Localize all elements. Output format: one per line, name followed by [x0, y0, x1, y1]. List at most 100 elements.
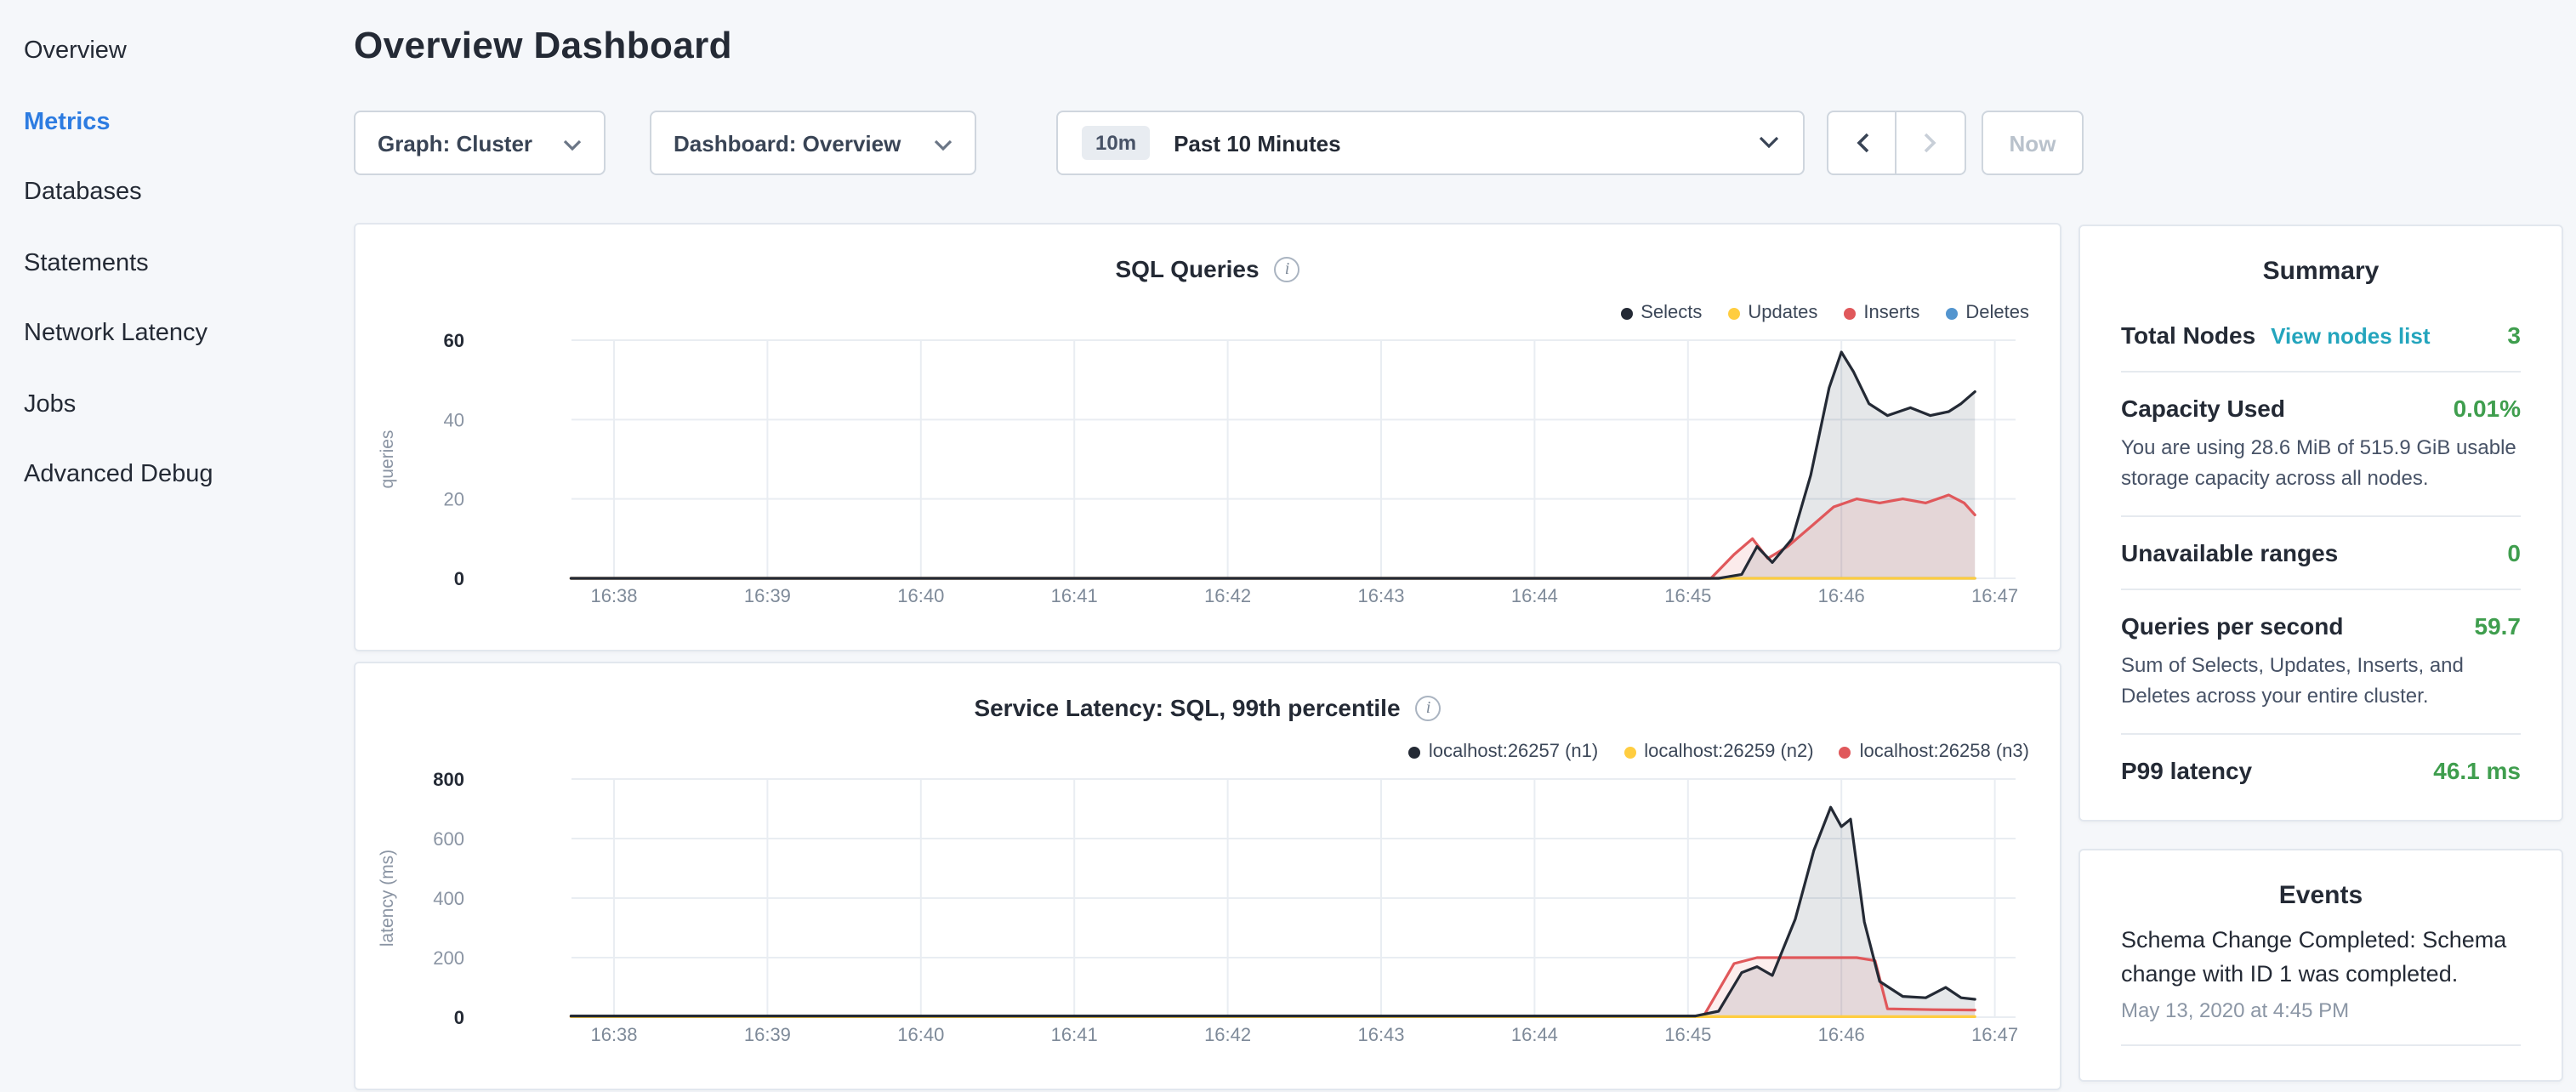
svg-text:queries: queries: [378, 430, 397, 489]
legend-item: Inserts: [1843, 303, 1919, 323]
sidebar-item-statements[interactable]: Statements: [24, 229, 340, 299]
svg-text:16:45: 16:45: [1664, 585, 1711, 606]
summary-value: 46.1 ms: [2433, 757, 2521, 784]
legend-dot-icon: [1840, 746, 1851, 758]
sidebar-item-metrics[interactable]: Metrics: [24, 88, 340, 158]
time-back-button[interactable]: [1827, 111, 1896, 175]
svg-text:0: 0: [454, 1007, 464, 1028]
events-panel: Events Schema Change Completed: Schema c…: [2078, 849, 2563, 1082]
legend-label: localhost:26257 (n1): [1429, 742, 1598, 762]
time-range-label: Past 10 Minutes: [1174, 130, 1341, 156]
svg-text:16:46: 16:46: [1818, 585, 1865, 606]
legend-dot-icon: [1624, 746, 1635, 758]
svg-text:16:43: 16:43: [1357, 585, 1404, 606]
time-forward-button[interactable]: [1896, 111, 1966, 175]
svg-text:16:42: 16:42: [1204, 585, 1251, 606]
summary-row: Total NodesView nodes list3: [2121, 299, 2521, 371]
sql-queries-chart: 16:3816:3916:4016:4116:4216:4316:4416:45…: [355, 225, 2063, 653]
svg-text:16:42: 16:42: [1204, 1024, 1251, 1045]
legend-dot-icon: [1727, 307, 1739, 319]
svg-text:60: 60: [444, 330, 464, 351]
sidebar-item-network-latency[interactable]: Network Latency: [24, 299, 340, 370]
legend-label: localhost:26259 (n2): [1644, 742, 1813, 762]
svg-text:16:38: 16:38: [590, 1024, 637, 1045]
svg-text:16:47: 16:47: [1971, 1024, 2018, 1045]
summary-row: Queries per second59.7Sum of Selects, Up…: [2121, 589, 2521, 733]
svg-text:16:39: 16:39: [744, 585, 791, 606]
chart-title: SQL Queries: [1115, 255, 1259, 282]
summary-panel: Summary Total NodesView nodes list3Capac…: [2078, 225, 2563, 822]
summary-value: 59.7: [2475, 612, 2522, 640]
sidebar-item-overview[interactable]: Overview: [24, 17, 340, 88]
legend-dot-icon: [1843, 307, 1855, 319]
svg-text:16:41: 16:41: [1051, 1024, 1098, 1045]
summary-value: 0.01%: [2454, 395, 2521, 422]
svg-text:16:40: 16:40: [897, 1024, 944, 1045]
summary-description: You are using 28.6 MiB of 515.9 GiB usab…: [2121, 432, 2521, 493]
legend-item: Deletes: [1945, 303, 2029, 323]
legend-item: Selects: [1620, 303, 1702, 323]
summary-row: Unavailable ranges 0: [2121, 515, 2521, 589]
legend-dot-icon: [1620, 307, 1632, 319]
chart-legend: localhost:26257 (n1) localhost:26259 (n2)…: [1408, 742, 2029, 762]
service-latency-chart: 16:3816:3916:4016:4116:4216:4316:4416:45…: [355, 663, 2063, 1092]
summary-value: 0: [2507, 539, 2521, 566]
summary-label: Total Nodes: [2121, 321, 2255, 349]
svg-text:40: 40: [444, 409, 464, 430]
svg-text:16:47: 16:47: [1971, 585, 2018, 606]
legend-dot-icon: [1408, 746, 1420, 758]
legend-label: Selects: [1641, 303, 1702, 323]
sidebar-item-jobs[interactable]: Jobs: [24, 370, 340, 441]
graph-scope-label: Graph: Cluster: [378, 130, 532, 156]
view-nodes-link[interactable]: View nodes list: [2271, 323, 2430, 349]
info-icon[interactable]: i: [1416, 695, 1442, 720]
chevron-left-icon: [1855, 133, 1868, 153]
chevron-down-icon: [563, 130, 582, 156]
info-icon[interactable]: i: [1275, 256, 1300, 282]
sidebar-item-databases[interactable]: Databases: [24, 158, 340, 229]
time-step-buttons: [1827, 111, 1966, 175]
main-content: Overview Dashboard Graph: Cluster Dashbo…: [354, 0, 2061, 1090]
event-text: Schema Change Completed: Schema change w…: [2121, 924, 2521, 990]
svg-text:200: 200: [433, 947, 464, 969]
time-range-selector[interactable]: 10m Past 10 Minutes: [1056, 111, 1805, 175]
summary-label: P99 latency: [2121, 757, 2252, 784]
svg-text:16:38: 16:38: [590, 585, 637, 606]
svg-text:400: 400: [433, 888, 464, 909]
legend-dot-icon: [1945, 307, 1957, 319]
events-heading: Events: [2121, 881, 2521, 910]
chevron-down-icon: [934, 130, 952, 156]
summary-rows: Total NodesView nodes list3Capacity Used…: [2121, 299, 2521, 806]
summary-heading: Summary: [2121, 257, 2521, 286]
svg-text:16:40: 16:40: [897, 585, 944, 606]
legend-item: localhost:26257 (n1): [1408, 742, 1598, 762]
legend-item: localhost:26258 (n3): [1840, 742, 2029, 762]
event-item: Schema Change Completed: Schema change w…: [2121, 924, 2521, 1046]
app-root: OverviewMetricsDatabasesStatementsNetwor…: [0, 0, 2576, 1051]
time-range-badge: 10m: [1082, 126, 1150, 160]
chevron-right-icon: [1924, 133, 1937, 153]
sidebar-item-advanced-debug[interactable]: Advanced Debug: [24, 441, 340, 511]
graph-scope-dropdown[interactable]: Graph: Cluster: [354, 111, 606, 175]
svg-text:16:39: 16:39: [744, 1024, 791, 1045]
legend-label: Deletes: [1965, 303, 2029, 323]
now-button[interactable]: Now: [1982, 111, 2084, 175]
right-sidebar: Summary Total NodesView nodes list3Capac…: [2078, 225, 2563, 1082]
svg-text:0: 0: [454, 568, 464, 589]
summary-label: Unavailable ranges: [2121, 539, 2338, 566]
svg-text:16:44: 16:44: [1511, 1024, 1558, 1045]
legend-label: Updates: [1748, 303, 1817, 323]
event-list: Schema Change Completed: Schema change w…: [2121, 924, 2521, 1046]
summary-label: Capacity Used: [2121, 395, 2285, 422]
toolbar: Graph: Cluster Dashboard: Overview 10m P…: [354, 111, 2089, 175]
legend-item: Updates: [1727, 303, 1817, 323]
summary-row: P99 latency 46.1 ms: [2121, 733, 2521, 806]
dashboard-dropdown[interactable]: Dashboard: Overview: [650, 111, 976, 175]
svg-text:20: 20: [444, 489, 464, 510]
svg-text:16:41: 16:41: [1051, 585, 1098, 606]
service-latency-panel: 16:3816:3916:4016:4116:4216:4316:4416:45…: [354, 662, 2061, 1090]
chart-header: Service Latency: SQL, 99th percentile i: [355, 694, 2060, 721]
svg-text:16:46: 16:46: [1818, 1024, 1865, 1045]
svg-text:600: 600: [433, 828, 464, 850]
sql-queries-panel: 16:3816:3916:4016:4116:4216:4316:4416:45…: [354, 223, 2061, 651]
